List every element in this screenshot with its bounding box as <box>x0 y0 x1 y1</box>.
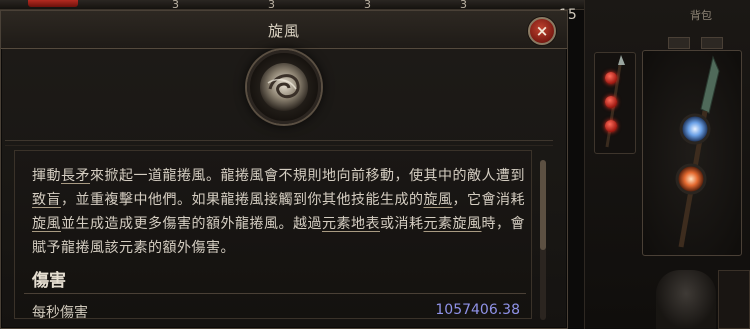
description-text: 或消耗 <box>380 216 424 232</box>
description-keyword[interactable]: 旋風 <box>32 216 61 232</box>
red-gem-icon <box>605 72 617 84</box>
weapon-slot[interactable] <box>642 50 742 256</box>
inventory-title: 背包 <box>690 9 712 22</box>
close-icon: × <box>535 21 549 40</box>
description-text: ，它會消耗 <box>452 192 525 208</box>
stat-label-dps: 每秒傷害 <box>32 305 88 321</box>
description-text: ，並重複擊中他們。如果龍捲風接觸到你其他技能生成的 <box>61 192 424 208</box>
inventory-tab[interactable] <box>701 37 724 49</box>
skill-icon-graphic <box>260 63 308 111</box>
description-text: 來掀起一道龍捲風。龍捲風會不規則地向前移動，使其中的敵人遭到 <box>90 168 525 184</box>
section-divider <box>24 293 526 294</box>
close-button[interactable]: × <box>528 17 556 45</box>
skill-title: 旋風 <box>267 22 300 40</box>
description-text: 揮動 <box>32 168 61 184</box>
health-bar <box>28 0 78 7</box>
skill-description: 揮動長矛來掀起一道龍捲風。龍捲風會不規則地向前移動，使其中的敵人遭到致盲，並重複… <box>32 164 532 260</box>
stat-value-dps: 1057406.38 <box>435 302 520 318</box>
description-text: 並生成造成更多傷害的額外龍捲風。越過 <box>61 216 322 232</box>
inventory-slot[interactable] <box>718 270 750 329</box>
tooltip-divider <box>5 140 553 146</box>
description-keyword[interactable]: 元素地表 <box>322 216 380 232</box>
statue-decoration <box>656 270 716 329</box>
description-keyword[interactable]: 致盲 <box>32 192 61 208</box>
whirlwind-spiral-icon <box>247 50 321 124</box>
inventory-tab[interactable] <box>668 37 690 49</box>
description-keyword[interactable]: 旋風 <box>453 216 482 232</box>
damage-section-title: 傷害 <box>32 271 66 291</box>
tooltip-header: 旋風 × <box>1 11 567 49</box>
description-keyword[interactable]: 元素 <box>424 216 453 232</box>
spear-with-runes-icon <box>675 55 720 248</box>
description-scrollbar-thumb[interactable] <box>540 160 546 250</box>
description-keyword[interactable]: 旋風 <box>424 192 453 208</box>
description-keyword[interactable]: 長矛 <box>61 168 90 184</box>
red-gem-icon <box>605 120 617 132</box>
red-gem-icon <box>605 96 617 108</box>
